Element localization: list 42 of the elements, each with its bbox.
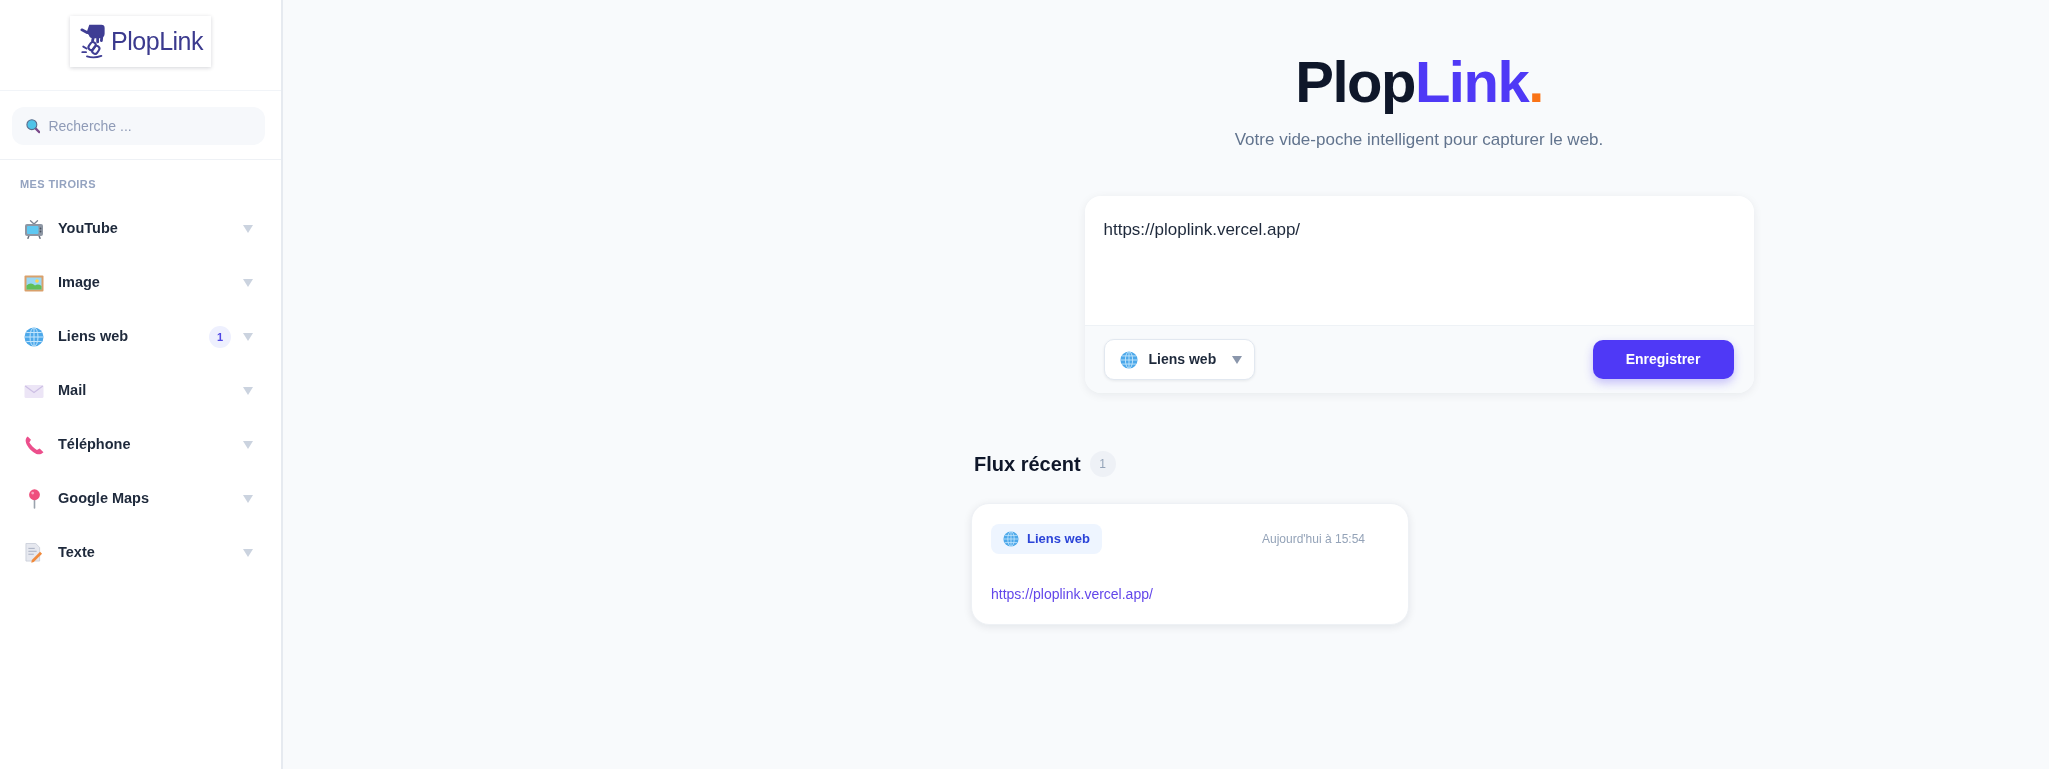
caret-icon (243, 333, 253, 341)
globe-icon (24, 327, 44, 347)
caret-icon (243, 549, 253, 557)
count-badge: 1 (1089, 451, 1116, 477)
tagline: Votre vide-poche intelligent pour capturer le web. (1234, 129, 1604, 151)
section-heading: Flux récent (974, 452, 1081, 477)
sidebar-item[interactable]: Google Maps (0, 472, 281, 526)
memo-pencil-icon (25, 543, 43, 563)
envelope-icon (24, 384, 44, 398)
url-textarea[interactable]: https://ploplink.vercel.app/ (1084, 196, 1754, 325)
url-link[interactable]: https://ploplink.vercel.app/ (991, 584, 1153, 604)
caret-icon (243, 441, 253, 449)
caret-icon (243, 387, 253, 395)
search-input[interactable]: Recherche ... (48, 115, 253, 137)
pushpin-icon (28, 489, 40, 509)
count-badge: 1 (209, 326, 231, 348)
sidebar-item[interactable]: Liens web 1 (0, 310, 281, 364)
logo-card[interactable]: PlopLink (70, 15, 211, 67)
category-select[interactable]: Liens web (1103, 339, 1255, 380)
save-button[interactable]: Enregistrer (1592, 340, 1734, 379)
category-label: Liens web (1027, 530, 1090, 549)
tv-icon (24, 219, 44, 239)
brand-title: PlopLink. (1295, 50, 1543, 114)
search-icon (26, 118, 41, 134)
sidebar-item[interactable]: Texte (0, 526, 281, 580)
globe-icon (1119, 350, 1138, 369)
logo-text: PlopLink (111, 28, 203, 54)
phone-icon (24, 435, 44, 455)
framed-picture-icon (24, 274, 44, 292)
caret-icon (243, 225, 253, 233)
sidebar-item[interactable]: Mail (0, 364, 281, 418)
caret-icon (243, 279, 253, 287)
sidebar-item[interactable]: Téléphone (0, 418, 281, 472)
search-field[interactable]: Recherche ... (12, 107, 265, 145)
section-label: MES TIROIRS (20, 177, 96, 191)
caret-icon (1231, 355, 1242, 364)
caret-icon (243, 495, 253, 503)
sidebar-item[interactable]: Image (0, 256, 281, 310)
sidebar-item[interactable]: YouTube (0, 202, 281, 256)
hand-with-chain-icon (80, 22, 106, 60)
timestamp: Aujourd'hui à 15:54 (1261, 531, 1365, 548)
globe-icon (1003, 531, 1019, 547)
